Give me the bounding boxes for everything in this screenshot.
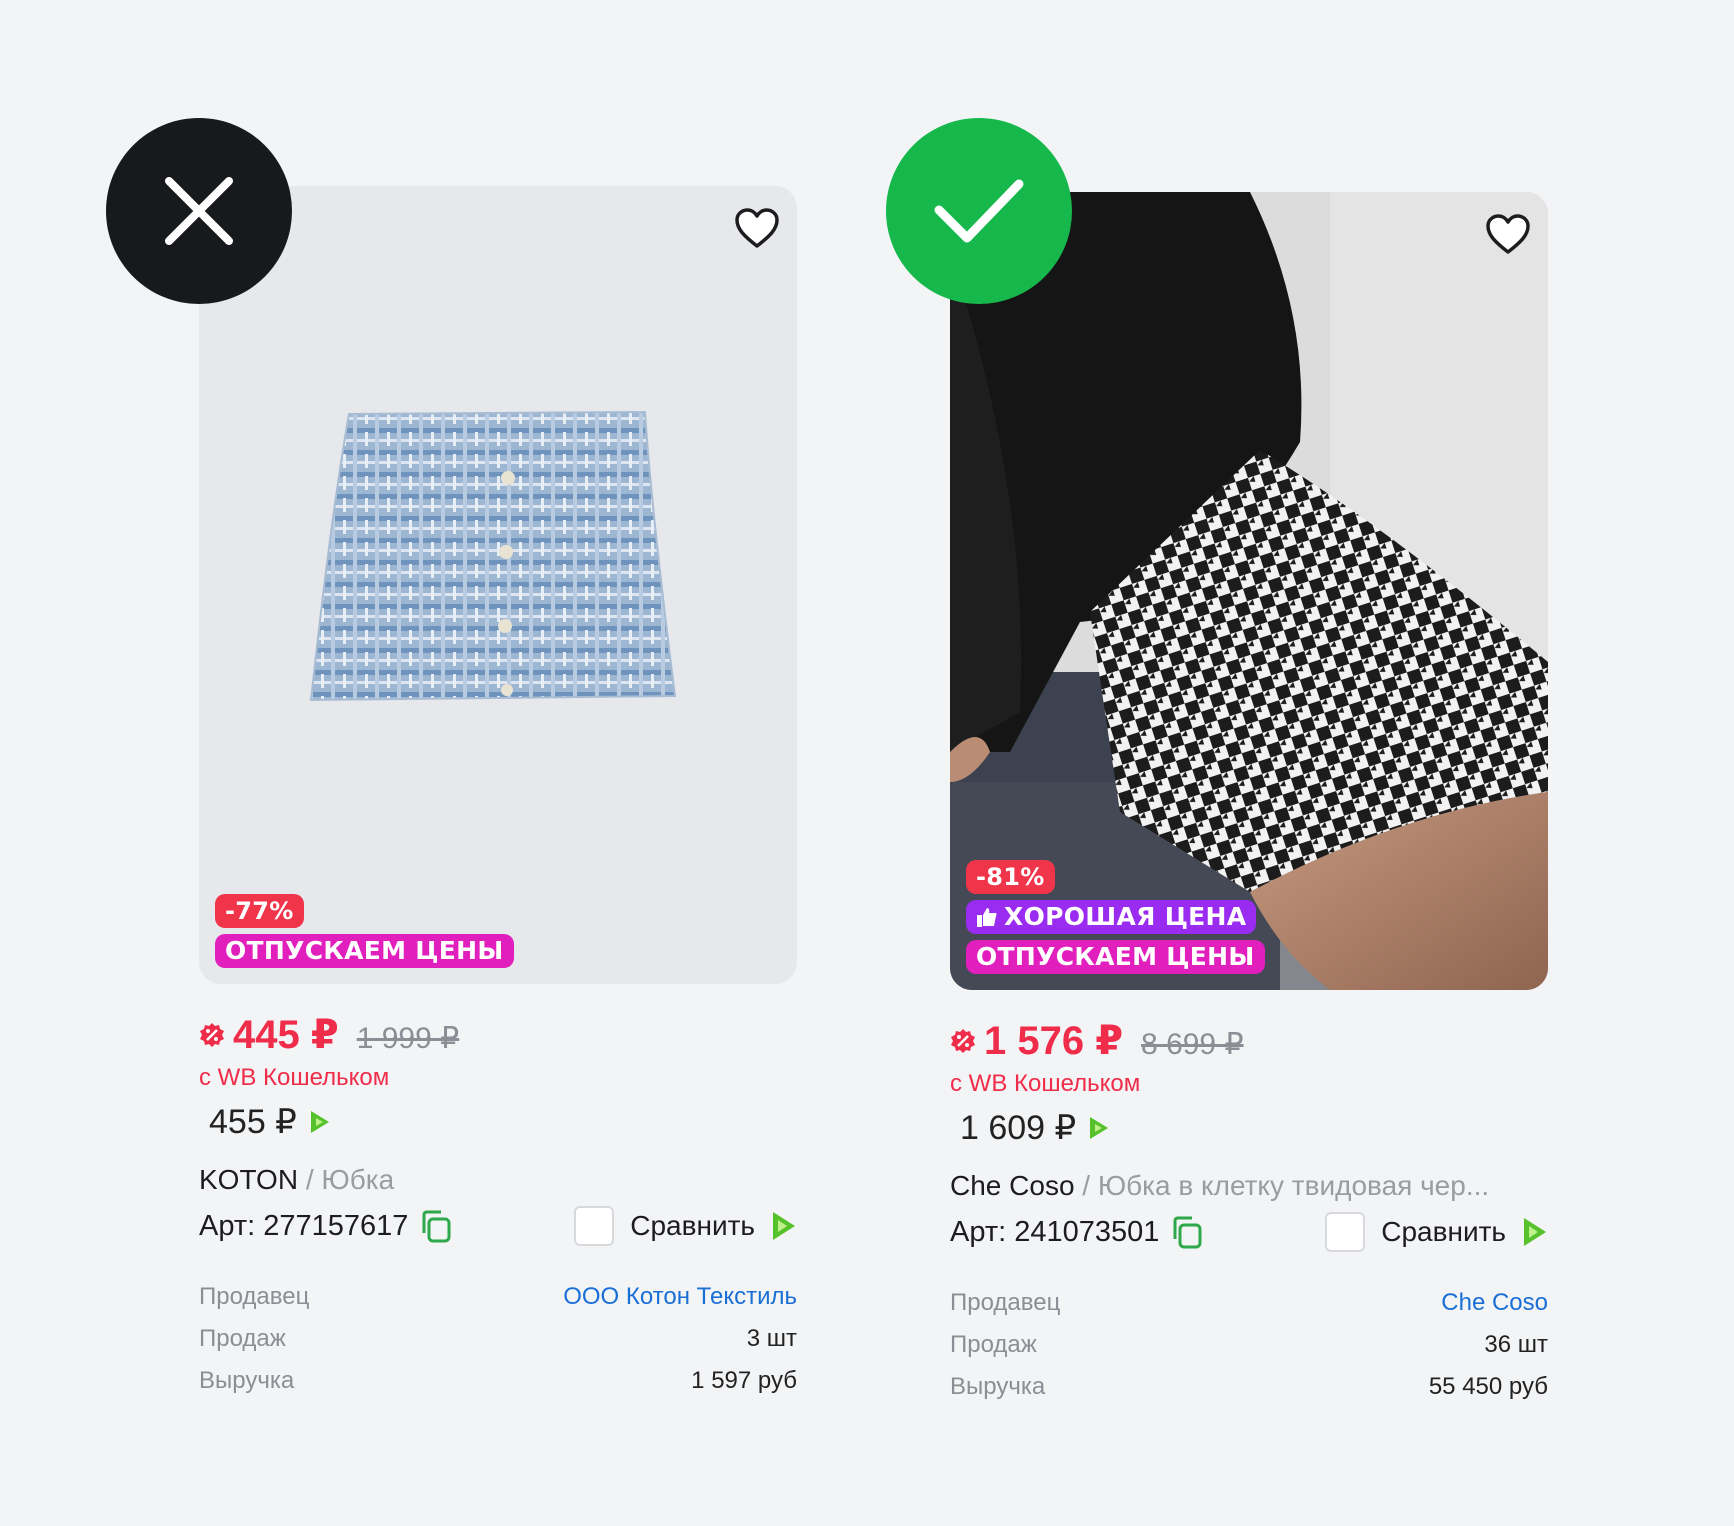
wallet-label: с WB Кошельком bbox=[950, 1070, 1141, 1097]
article-number: Арт: 277157617 bbox=[199, 1209, 409, 1242]
heart-icon bbox=[735, 208, 779, 248]
discount-icon bbox=[951, 1029, 975, 1053]
stat-label: Выручка bbox=[950, 1373, 1046, 1400]
favorite-button[interactable] bbox=[733, 204, 781, 252]
compare-control[interactable]: Сравнить bbox=[574, 1206, 797, 1246]
revenue-value: 1 597 руб bbox=[691, 1367, 797, 1394]
copy-icon[interactable] bbox=[1171, 1215, 1203, 1249]
price-row: 445 ₽ 1 999 ₽ bbox=[199, 1012, 797, 1058]
discount-badge: -81% bbox=[966, 860, 1055, 894]
price-plain: 1 609 ₽ bbox=[950, 1108, 1548, 1148]
product-image[interactable]: -77% ОТПУСКАЕМ ЦЕНЫ bbox=[199, 186, 797, 984]
stat-row-seller: Продавец Che Coso bbox=[950, 1282, 1548, 1324]
stat-row-sales: Продаж 36 шт bbox=[950, 1324, 1548, 1366]
brand-name: KOTON bbox=[199, 1164, 299, 1195]
stats-table: Продавец ООО Котон Текстиль Продаж 3 шт … bbox=[199, 1276, 797, 1402]
badge-stack: -81% ХОРОШАЯ ЦЕНА ОТПУСКАЕМ ЦЕНЫ bbox=[966, 860, 1265, 974]
sales-value: 36 шт bbox=[1484, 1331, 1548, 1358]
price-plain: 455 ₽ bbox=[199, 1102, 797, 1142]
product-card-good[interactable]: -81% ХОРОШАЯ ЦЕНА ОТПУСКАЕМ ЦЕНЫ 1 576 ₽… bbox=[950, 192, 1548, 1408]
discount-badge: -77% bbox=[215, 894, 304, 928]
old-price: 1 999 ₽ bbox=[356, 1022, 460, 1055]
product-type: / Юбка bbox=[298, 1164, 395, 1195]
sales-value: 3 шт bbox=[746, 1325, 797, 1352]
compare-label: Сравнить bbox=[1381, 1216, 1506, 1247]
price-plain-value: 455 ₽ bbox=[209, 1103, 297, 1141]
compare-checkbox[interactable] bbox=[574, 1206, 615, 1246]
cashback-icon bbox=[773, 1212, 795, 1240]
price-value: 1 576 ₽ bbox=[984, 1019, 1124, 1063]
product-title[interactable]: KOTON / Юбка bbox=[199, 1164, 797, 1196]
price-main: 1 576 ₽ bbox=[950, 1018, 1123, 1064]
copy-icon[interactable] bbox=[420, 1209, 452, 1243]
product-image[interactable]: -81% ХОРОШАЯ ЦЕНА ОТПУСКАЕМ ЦЕНЫ bbox=[950, 192, 1548, 990]
revenue-value: 55 450 руб bbox=[1428, 1373, 1548, 1400]
article-row: Арт: 241073501 Сравнить bbox=[950, 1212, 1548, 1252]
stat-label: Продаж bbox=[950, 1331, 1037, 1358]
stat-row-revenue: Выручка 55 450 руб bbox=[950, 1366, 1548, 1408]
good-price-label: ХОРОШАЯ ЦЕНА bbox=[1004, 902, 1247, 931]
article-row: Арт: 277157617 Сравнить bbox=[199, 1206, 797, 1246]
good-example-mark bbox=[886, 118, 1072, 304]
check-icon bbox=[934, 179, 1024, 243]
compare-checkbox[interactable] bbox=[1325, 1212, 1366, 1252]
favorite-button[interactable] bbox=[1484, 210, 1532, 258]
stat-label: Продавец bbox=[950, 1289, 1061, 1316]
sale-badge: ОТПУСКАЕМ ЦЕНЫ bbox=[966, 940, 1265, 974]
cashback-icon bbox=[1524, 1218, 1546, 1246]
wallet-label: с WB Кошельком bbox=[199, 1064, 390, 1091]
product-card-bad[interactable]: -77% ОТПУСКАЕМ ЦЕНЫ 445 ₽ 1 999 ₽ с WB К… bbox=[199, 186, 797, 1402]
article: Арт: 241073501 bbox=[950, 1215, 1203, 1249]
badge-stack: -77% ОТПУСКАЕМ ЦЕНЫ bbox=[215, 894, 514, 968]
cashback-icon bbox=[310, 1111, 329, 1133]
price-plain-value: 1 609 ₽ bbox=[960, 1109, 1077, 1147]
cashback-icon bbox=[1090, 1117, 1109, 1139]
stat-label: Продавец bbox=[199, 1283, 310, 1310]
compare-label: Сравнить bbox=[630, 1210, 755, 1241]
article: Арт: 277157617 bbox=[199, 1209, 452, 1243]
stat-label: Выручка bbox=[199, 1367, 295, 1394]
product-title[interactable]: Che Coso / Юбка в клетку твидовая чер... bbox=[950, 1170, 1548, 1202]
discount-icon bbox=[200, 1023, 224, 1047]
article-number: Арт: 241073501 bbox=[950, 1215, 1160, 1248]
stat-row-revenue: Выручка 1 597 руб bbox=[199, 1360, 797, 1402]
bad-example-mark bbox=[106, 118, 292, 304]
seller-link[interactable]: Che Coso bbox=[1441, 1282, 1548, 1324]
sale-badge: ОТПУСКАЕМ ЦЕНЫ bbox=[215, 934, 514, 968]
brand-name: Che Coso bbox=[950, 1170, 1075, 1201]
price-main: 445 ₽ bbox=[199, 1012, 339, 1058]
compare-control[interactable]: Сравнить bbox=[1325, 1212, 1548, 1252]
thumbs-up-icon bbox=[977, 908, 997, 927]
stat-row-seller: Продавец ООО Котон Текстиль bbox=[199, 1276, 797, 1318]
seller-link[interactable]: ООО Котон Текстиль bbox=[563, 1276, 797, 1318]
price-row: 1 576 ₽ 8 699 ₽ bbox=[950, 1018, 1548, 1064]
old-price: 8 699 ₽ bbox=[1141, 1028, 1244, 1061]
stats-table: Продавец Che Coso Продаж 36 шт Выручка 5… bbox=[950, 1282, 1548, 1408]
stat-row-sales: Продаж 3 шт bbox=[199, 1318, 797, 1360]
heart-icon bbox=[1486, 214, 1530, 254]
price-value: 445 ₽ bbox=[233, 1013, 339, 1057]
product-type: / Юбка в клетку твидовая чер... bbox=[1074, 1170, 1490, 1201]
stat-label: Продаж bbox=[199, 1325, 286, 1352]
close-icon bbox=[165, 177, 233, 245]
good-price-badge: ХОРОШАЯ ЦЕНА bbox=[966, 900, 1257, 934]
skirt-photo bbox=[309, 410, 677, 702]
